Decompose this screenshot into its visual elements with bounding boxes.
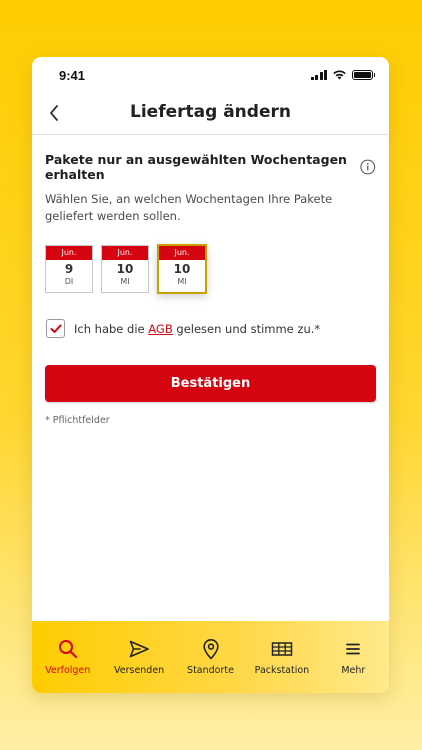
section-title: Pakete nur an ausgewählten Wochentagen e… [45, 152, 347, 182]
day-number: 10 [173, 262, 191, 276]
send-icon [129, 640, 149, 658]
day-weekday: MI [177, 277, 187, 286]
tab-packstation[interactable]: Packstation [246, 621, 317, 693]
status-bar: 9:41 [32, 57, 389, 95]
required-note: * Pflichtfelder [45, 415, 110, 426]
terms-checkbox[interactable] [46, 319, 65, 338]
info-icon[interactable] [360, 158, 376, 176]
location-pin-icon [202, 639, 219, 660]
tab-label: Versenden [113, 665, 165, 676]
wifi-icon [333, 70, 346, 80]
packstation-icon [271, 642, 293, 656]
terms-suffix: gelesen und stimme zu.* [172, 321, 321, 336]
header: Liefertag ändern [32, 95, 389, 135]
day-card[interactable]: Jun. 10 MI [101, 245, 149, 293]
signal-icon [310, 69, 327, 80]
day-card-selected[interactable]: Jun. 10 MI [157, 244, 207, 294]
terms-label: Ich habe die AGB gelesen und stimme zu.* [74, 322, 320, 336]
day-number: 9 [64, 262, 74, 276]
section-description: Wählen Sie, an welchen Wochentagen Ihre … [45, 192, 333, 223]
day-month: Jun. [102, 246, 148, 260]
main-content: Pakete nur an ausgewählten Wochentagen e… [32, 135, 389, 426]
terms-consent: Ich habe die AGB gelesen und stimme zu.* [45, 319, 376, 338]
day-month: Jun. [46, 246, 92, 260]
search-icon [58, 640, 77, 659]
app-screen: 9:41 Liefertag ändern Pakete nur an ausg… [32, 57, 389, 693]
terms-prefix: Ich habe die [74, 321, 149, 336]
day-selector: Jun. 9 DI Jun. 10 MI Jun. 10 MI [45, 244, 376, 294]
tab-label: Mehr [341, 665, 366, 676]
tab-label: Standorte [187, 665, 234, 676]
battery-icon [352, 69, 375, 80]
agb-link[interactable]: AGB [148, 322, 172, 336]
page-title: Liefertag ändern [130, 102, 291, 122]
confirm-button[interactable]: Bestätigen [45, 365, 376, 402]
tab-label: Verfolgen [45, 665, 91, 676]
menu-icon [346, 643, 361, 655]
tab-mehr[interactable]: Mehr [318, 621, 389, 693]
tab-verfolgen[interactable]: Verfolgen [32, 621, 103, 693]
day-card[interactable]: Jun. 9 DI [45, 245, 93, 293]
day-weekday: DI [64, 277, 74, 286]
day-weekday: MI [120, 277, 130, 286]
section-title-row: Pakete nur an ausgewählten Wochentagen e… [45, 152, 376, 182]
tab-bar: Verfolgen Versenden Standorte Packstatio… [32, 621, 389, 693]
status-time: 9:41 [59, 68, 86, 83]
day-month: Jun. [159, 246, 205, 260]
tab-label: Packstation [254, 665, 310, 676]
day-number: 10 [116, 262, 134, 276]
checkmark-icon [50, 324, 61, 333]
tab-versenden[interactable]: Versenden [103, 621, 174, 693]
tab-standorte[interactable]: Standorte [175, 621, 246, 693]
status-icons [310, 69, 375, 80]
